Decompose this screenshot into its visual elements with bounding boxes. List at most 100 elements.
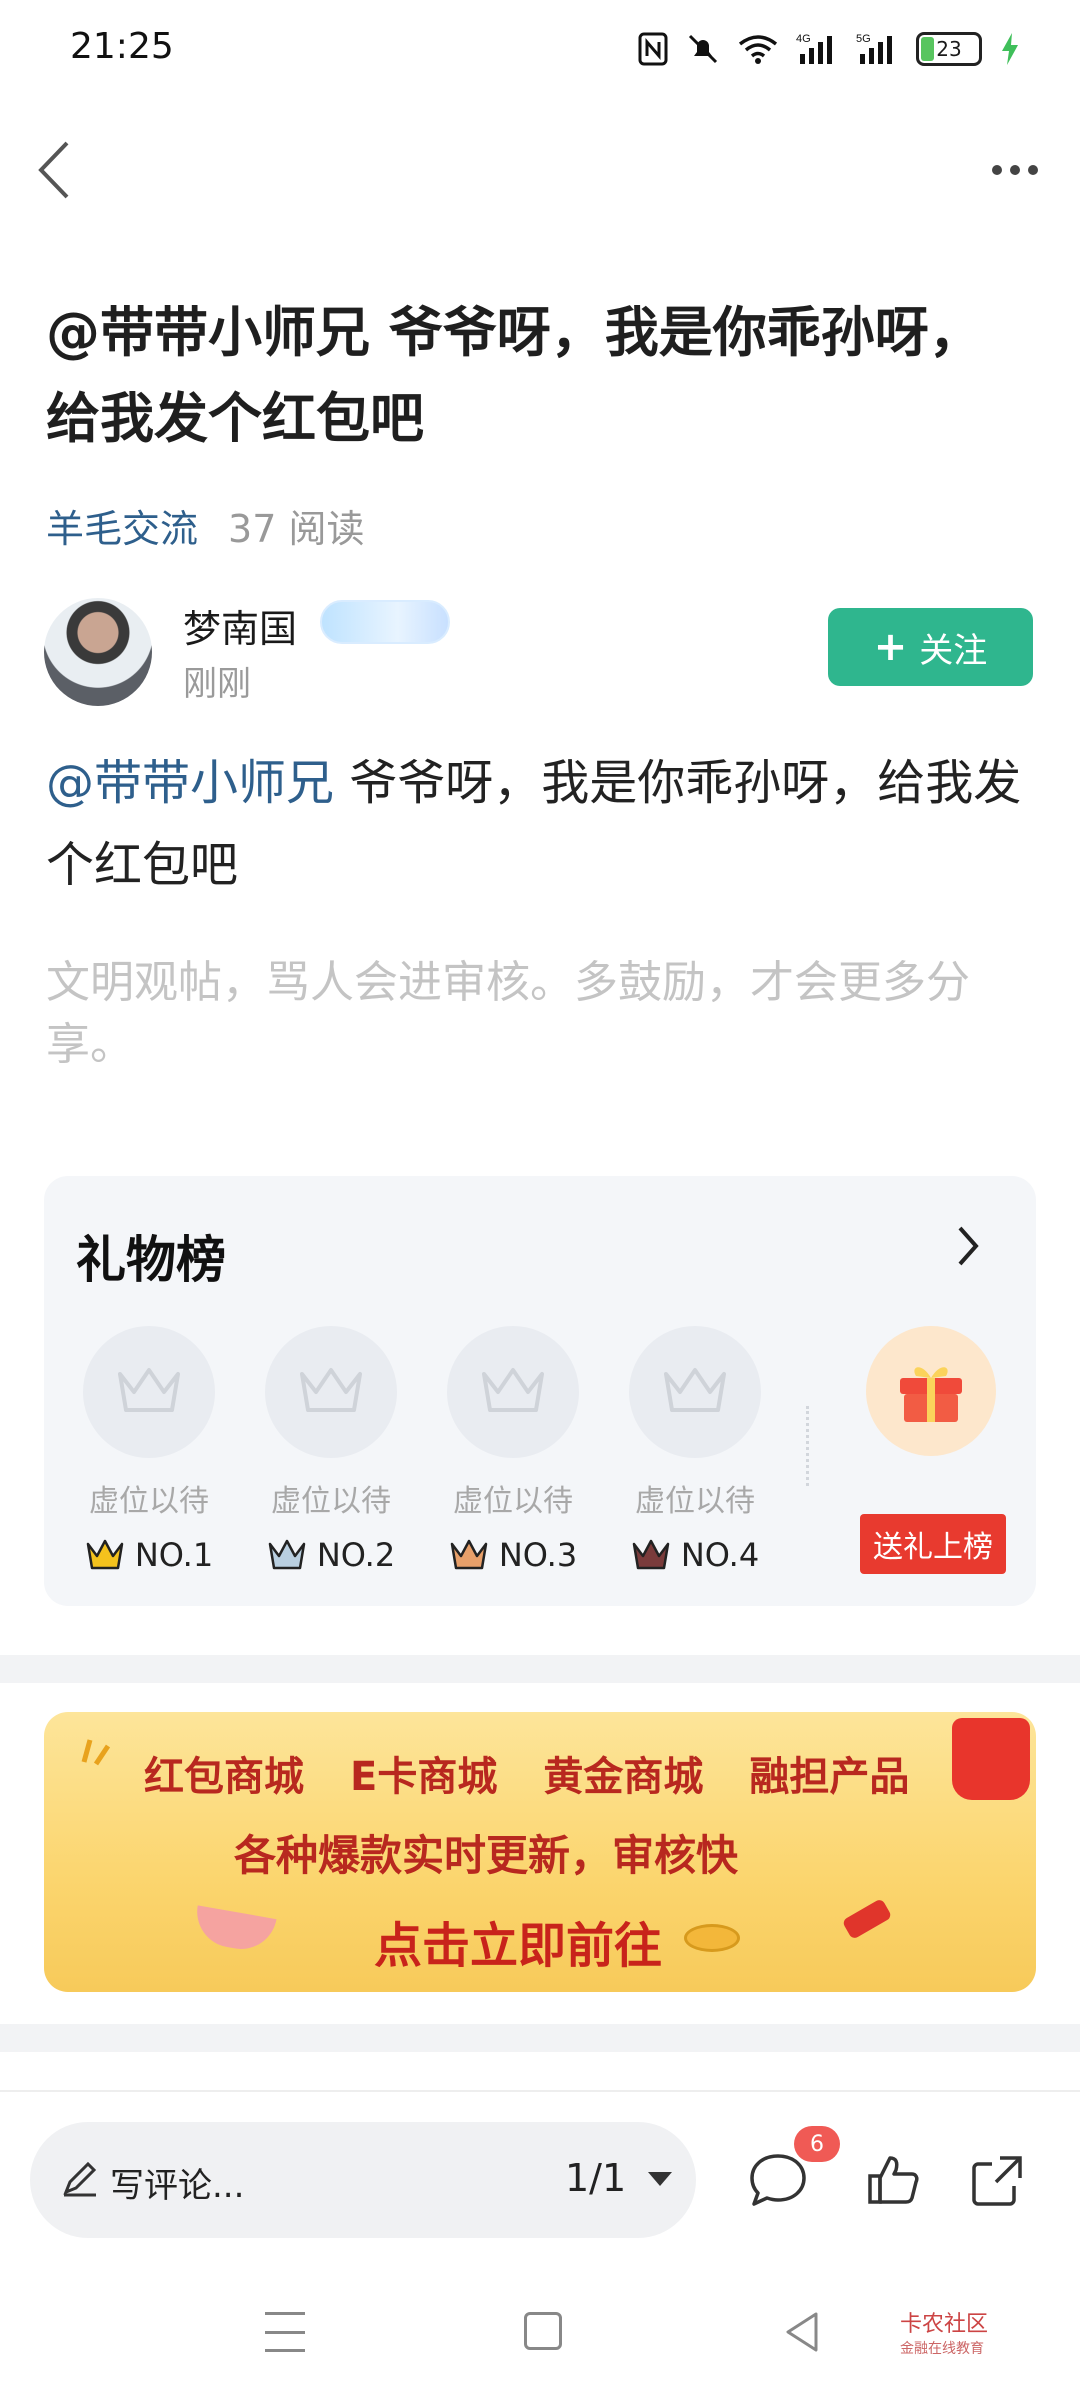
post-body: @带带小师兄 爷爷呀，我是你乖孙呀，给我发个红包吧 bbox=[46, 742, 1041, 906]
empty-crown-icon bbox=[83, 1326, 215, 1458]
battery-icon: 23 bbox=[916, 32, 982, 66]
banner-cta[interactable]: 点击立即前往 bbox=[374, 1906, 662, 1976]
menu-line-icon bbox=[265, 2349, 305, 2352]
send-gift-button[interactable]: 送礼上榜 bbox=[860, 1514, 1006, 1574]
gift-divider bbox=[806, 1406, 809, 1486]
banner-products: 红包商城 E卡商城 黄金商城 融担产品 bbox=[144, 1744, 909, 1802]
share-icon bbox=[972, 2156, 1022, 2206]
thumbs-up-icon bbox=[868, 2156, 919, 2204]
comment-bubble-icon bbox=[750, 2154, 806, 2206]
civility-hint: 文明观帖，骂人会进审核。多鼓励，才会更多分享。 bbox=[46, 957, 970, 1070]
slot-label: 虚位以待 bbox=[635, 1484, 755, 1519]
slot-rank: NO.4 bbox=[620, 1536, 770, 1574]
watermark-subtitle: 金融在线教育 bbox=[900, 2341, 984, 2357]
sparkle-icon bbox=[81, 1739, 111, 1766]
rank-label: NO.2 bbox=[316, 1536, 396, 1574]
empty-crown-icon bbox=[265, 1326, 397, 1458]
follow-button[interactable]: + 关注 bbox=[828, 608, 1033, 686]
author-name[interactable]: 梦南国 bbox=[183, 598, 297, 653]
silver-crown-icon bbox=[268, 1539, 306, 1570]
slot-rank: NO.3 bbox=[438, 1536, 588, 1574]
bottom-divider bbox=[0, 2090, 1080, 2092]
comment-placeholder: 写评论... bbox=[110, 2166, 245, 2206]
5g-signal-icon: 5G bbox=[856, 32, 898, 66]
banner-item: 融担产品 bbox=[749, 1754, 910, 1800]
menu-line-icon bbox=[265, 2330, 305, 2334]
slot-rank: NO.2 bbox=[256, 1536, 406, 1574]
back-button[interactable] bbox=[24, 135, 84, 205]
recent-apps-button[interactable] bbox=[265, 2312, 305, 2352]
gift-board-title: 礼物榜 bbox=[76, 1231, 226, 1289]
like-button[interactable] bbox=[862, 2148, 926, 2212]
system-nav-bar: 卡农社区 金融在线教育 bbox=[0, 2300, 1080, 2400]
slot-label: 虚位以待 bbox=[271, 1484, 391, 1519]
gift-slot-2[interactable]: 虚位以待 NO.2 bbox=[256, 1326, 406, 1574]
slot-label: 虚位以待 bbox=[453, 1484, 573, 1519]
comment-count-badge: 6 bbox=[794, 2126, 840, 2162]
share-button[interactable] bbox=[966, 2148, 1030, 2212]
gift-box-icon[interactable] bbox=[866, 1326, 996, 1456]
charging-icon bbox=[1000, 32, 1020, 66]
bronze-crown-icon bbox=[450, 1539, 488, 1570]
dark-crown-icon bbox=[632, 1539, 670, 1570]
4g-signal-icon: 4G bbox=[796, 32, 838, 66]
gift-slot-1[interactable]: 虚位以待 NO.1 bbox=[74, 1326, 224, 1574]
home-button[interactable] bbox=[524, 2312, 562, 2350]
svg-text:4G: 4G bbox=[796, 33, 811, 45]
gold-crown-icon bbox=[86, 1539, 124, 1570]
empty-crown-icon bbox=[447, 1326, 579, 1458]
battery-level: 23 bbox=[936, 37, 962, 61]
slot-label: 虚位以待 bbox=[89, 1484, 209, 1519]
follow-label: 关注 bbox=[919, 630, 988, 671]
menu-line-icon bbox=[265, 2312, 305, 2315]
rank-label: NO.3 bbox=[498, 1536, 578, 1574]
avatar[interactable] bbox=[44, 598, 152, 706]
gold-coin-icon bbox=[684, 1924, 740, 1952]
wifi-icon bbox=[738, 34, 778, 64]
more-options-button[interactable] bbox=[980, 145, 1050, 195]
banner-item: 黄金商城 bbox=[543, 1754, 704, 1800]
promo-banner[interactable]: 红包商城 E卡商城 黄金商城 融担产品 各种爆款实时更新，审核快 点击立即前往 bbox=[44, 1712, 1036, 1992]
post-meta: 羊毛交流 37 阅读 bbox=[46, 498, 364, 553]
board-link[interactable]: 羊毛交流 bbox=[46, 498, 198, 553]
chevron-right-icon bbox=[958, 1226, 979, 1266]
plus-icon: + bbox=[873, 624, 908, 670]
section-separator bbox=[0, 1655, 1080, 1683]
status-icons: 4G 5G 23 bbox=[638, 24, 1020, 74]
status-time: 21:25 bbox=[70, 26, 174, 67]
banner-item: 红包商城 bbox=[144, 1754, 304, 1800]
gift-slot-3[interactable]: 虚位以待 NO.3 bbox=[438, 1326, 588, 1574]
gift-board: 礼物榜 虚位以待 NO.1 虚位以待 NO.2 虚位以待 NO.3 虚位以待 N… bbox=[44, 1176, 1036, 1606]
comment-input[interactable]: 写评论... 1/1 bbox=[30, 2122, 696, 2238]
system-back-icon[interactable] bbox=[782, 2310, 822, 2354]
red-envelope-mascot-icon bbox=[952, 1718, 1030, 1800]
mention-link[interactable]: @带带小师兄 bbox=[46, 755, 334, 811]
post-time: 刚刚 bbox=[183, 664, 251, 704]
more-dot-icon bbox=[1010, 165, 1020, 175]
watermark-title: 卡农社区 bbox=[900, 2312, 989, 2337]
rank-label: NO.4 bbox=[680, 1536, 760, 1574]
pen-icon bbox=[63, 2161, 97, 2197]
ribbon-decoration-icon bbox=[191, 1905, 277, 1955]
more-dot-icon bbox=[1028, 165, 1038, 175]
read-count: 37 阅读 bbox=[228, 507, 365, 551]
red-packet-decoration-icon bbox=[841, 1897, 893, 1941]
slot-rank: NO.1 bbox=[74, 1536, 224, 1574]
status-bar: 21:25 4G 5G 23 bbox=[0, 0, 1080, 100]
level-badge-icon bbox=[320, 600, 450, 644]
rank-label: NO.1 bbox=[134, 1536, 214, 1574]
post-title: @带带小师兄 爷爷呀，我是你乖孙呀，给我发个红包吧 bbox=[46, 301, 983, 450]
watermark: 卡农社区 金融在线教育 bbox=[900, 2306, 988, 2358]
nfc-icon bbox=[638, 32, 668, 66]
svg-text:5G: 5G bbox=[856, 33, 871, 45]
banner-item: E卡商城 bbox=[350, 1754, 498, 1800]
empty-crown-icon bbox=[629, 1326, 761, 1458]
banner-subtitle: 各种爆款实时更新，审核快 bbox=[234, 1831, 739, 1880]
caret-down-icon[interactable] bbox=[648, 2172, 672, 2186]
section-separator bbox=[0, 2024, 1080, 2052]
more-dot-icon bbox=[992, 165, 1002, 175]
chevron-left-icon bbox=[38, 141, 69, 199]
page-indicator[interactable]: 1/1 bbox=[565, 2156, 626, 2200]
gift-board-more-button[interactable] bbox=[956, 1224, 996, 1274]
gift-slot-4[interactable]: 虚位以待 NO.4 bbox=[620, 1326, 770, 1574]
